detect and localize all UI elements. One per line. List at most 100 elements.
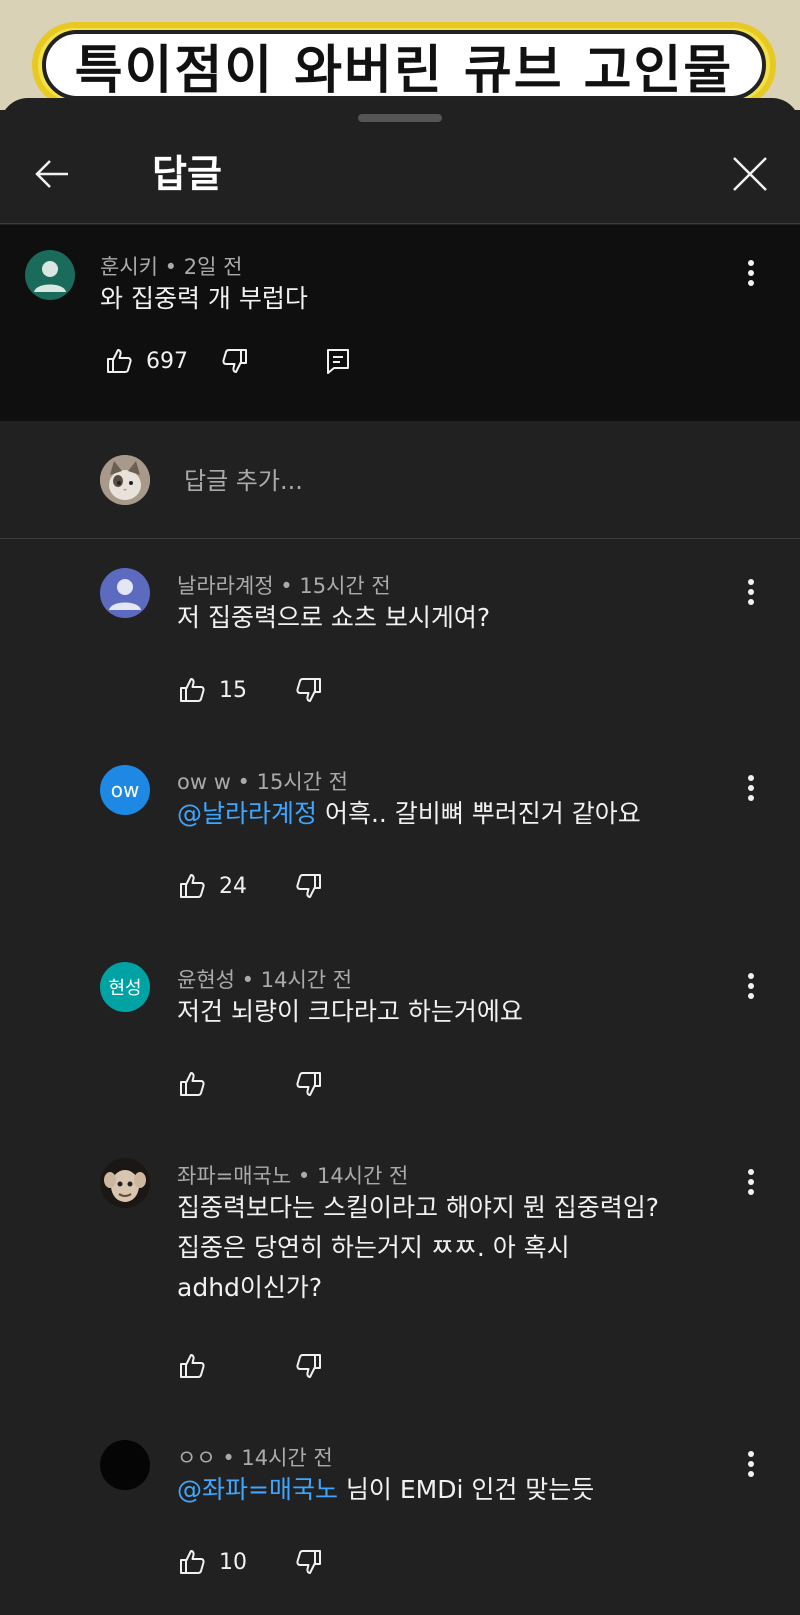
author-name[interactable]: 윤현성 — [177, 968, 235, 992]
parent-comment: 훈시키 • 2일 전 와 집중력 개 부럽다 697 — [0, 225, 800, 421]
close-icon — [733, 157, 767, 191]
add-reply-row: 답글 추가... — [0, 421, 800, 539]
comment-meta: 훈시키 • 2일 전 — [100, 255, 243, 279]
back-button[interactable] — [26, 148, 78, 200]
more-vert-icon — [748, 579, 754, 605]
video-title: 특이점이 와버린 큐브 고인물 — [74, 40, 734, 101]
more-options-button[interactable] — [736, 1444, 766, 1484]
comment-icon — [327, 349, 349, 374]
dislike-button[interactable] — [218, 341, 252, 381]
comment-meta: 좌파=매국노 • 14시간 전 — [177, 1164, 409, 1188]
user-avatar — [100, 455, 150, 505]
arrow-left-icon — [35, 160, 68, 188]
comment-text: 집중력보다는 스킬이라고 해야지 뭔 집중력임? 집중은 당연히 하는거지 ㅉㅉ… — [177, 1190, 737, 1306]
more-vert-icon — [748, 260, 754, 286]
avatar-initials: 현성 — [108, 978, 142, 999]
sheet-header: 답글 — [0, 128, 800, 224]
thumb-down-icon — [296, 874, 321, 898]
person-icon — [109, 579, 141, 610]
add-reply-input[interactable]: 답글 추가... — [184, 461, 303, 496]
comment-body: 어흑.. 갈비뼈 뿌러진거 같아요 — [324, 799, 641, 828]
thumb-up-icon — [180, 1550, 205, 1574]
avatar-initials: ow — [110, 778, 140, 802]
dislike-button[interactable] — [292, 670, 326, 710]
thumb-up-icon — [180, 1354, 205, 1378]
comment-time: 15시간 전 — [256, 770, 348, 794]
more-vert-icon — [748, 775, 754, 801]
like-button[interactable]: 10 — [175, 1542, 247, 1582]
dislike-button[interactable] — [292, 1542, 326, 1582]
more-vert-icon — [748, 973, 754, 999]
like-button[interactable] — [175, 1346, 219, 1386]
comment-text: @날라라계정 어흑.. 갈비뼈 뿌러진거 같아요 — [177, 796, 641, 832]
author-name[interactable]: 좌파=매국노 — [177, 1164, 291, 1188]
thumb-up-icon — [107, 349, 132, 373]
more-vert-icon — [748, 1451, 754, 1477]
dislike-button[interactable] — [292, 866, 326, 906]
dislike-button[interactable] — [292, 1346, 326, 1386]
thumb-down-icon — [296, 678, 321, 702]
avatar[interactable] — [100, 568, 150, 618]
author-name[interactable]: ㅇㅇ — [177, 1446, 216, 1470]
thumb-up-icon — [180, 678, 205, 702]
comment-line: 집중은 당연히 하는거지 ㅉㅉ. 아 혹시 — [177, 1233, 570, 1262]
more-options-button[interactable] — [736, 253, 766, 293]
comment-line: 집중력보다는 스킬이라고 해야지 뭔 집중력임? — [177, 1193, 660, 1222]
comment-body: 님이 EMDi 인건 맞는듯 — [345, 1475, 595, 1504]
avatar[interactable]: ow — [100, 765, 150, 815]
more-options-button[interactable] — [736, 572, 766, 612]
avatar[interactable] — [25, 250, 75, 300]
comment-time: 2일 전 — [183, 255, 243, 279]
like-count: 10 — [219, 1549, 247, 1575]
like-button[interactable]: 24 — [175, 866, 247, 906]
like-count: 697 — [146, 348, 188, 374]
comment-meta: 윤현성 • 14시간 전 — [177, 968, 353, 992]
more-options-button[interactable] — [736, 768, 766, 808]
cat-avatar-icon — [100, 455, 150, 505]
more-options-button[interactable] — [736, 966, 766, 1006]
comment-meta: ㅇㅇ • 14시간 전 — [177, 1446, 333, 1470]
thumb-down-icon — [296, 1072, 321, 1096]
comment-text: @좌파=매국노 님이 EMDi 인건 맞는듯 — [177, 1472, 594, 1508]
comment-time: 14시간 전 — [260, 968, 353, 992]
author-name[interactable]: ow w — [177, 770, 231, 794]
comment-meta: ow w • 15시간 전 — [177, 770, 348, 794]
avatar[interactable]: 현성 — [100, 962, 150, 1012]
video-title-banner: 특이점이 와버린 큐브 고인물 — [0, 0, 800, 110]
comment-text: 저 집중력으로 쇼츠 보시게여? — [177, 603, 491, 632]
comment-time: 14시간 전 — [316, 1164, 409, 1188]
replies-sheet: 답글 훈시키 • 2일 전 와 집중력 개 부럽다 697 답글 추가... 날… — [0, 98, 800, 1615]
thumb-down-icon — [222, 349, 247, 373]
avatar[interactable] — [100, 1158, 150, 1208]
drag-handle[interactable] — [358, 114, 442, 122]
comment-text: 저건 뇌량이 크다라고 하는거에요 — [177, 997, 523, 1026]
sheet-title: 답글 — [152, 152, 222, 196]
person-icon — [34, 261, 66, 292]
like-count: 24 — [219, 873, 247, 899]
comment-time: 15시간 전 — [299, 574, 391, 598]
like-button[interactable] — [175, 1064, 219, 1104]
avatar[interactable] — [100, 1440, 150, 1490]
banner-inner: 특이점이 와버린 큐브 고인물 — [42, 30, 766, 101]
mention-link[interactable]: @좌파=매국노 — [177, 1475, 338, 1504]
close-button[interactable] — [724, 148, 776, 200]
thumb-up-icon — [180, 874, 205, 898]
thumb-up-icon — [180, 1072, 205, 1096]
like-count: 15 — [219, 677, 247, 703]
author-name[interactable]: 훈시키 — [100, 255, 158, 279]
comment-line: adhd이신가? — [177, 1273, 323, 1302]
more-options-button[interactable] — [736, 1162, 766, 1202]
thumb-down-icon — [296, 1550, 321, 1574]
more-vert-icon — [748, 1169, 754, 1195]
dislike-button[interactable] — [292, 1064, 326, 1104]
comment-text: 와 집중력 개 부럽다 — [100, 284, 308, 313]
thumb-down-icon — [296, 1354, 321, 1378]
mention-link[interactable]: @날라라계정 — [177, 799, 317, 828]
reply-button[interactable] — [321, 341, 355, 381]
face-avatar-icon — [100, 1158, 150, 1208]
comment-meta: 날라라계정 • 15시간 전 — [177, 574, 391, 598]
like-button[interactable]: 697 — [102, 341, 188, 381]
author-name[interactable]: 날라라계정 — [177, 574, 274, 598]
like-button[interactable]: 15 — [175, 670, 247, 710]
comment-time: 14시간 전 — [241, 1446, 333, 1470]
